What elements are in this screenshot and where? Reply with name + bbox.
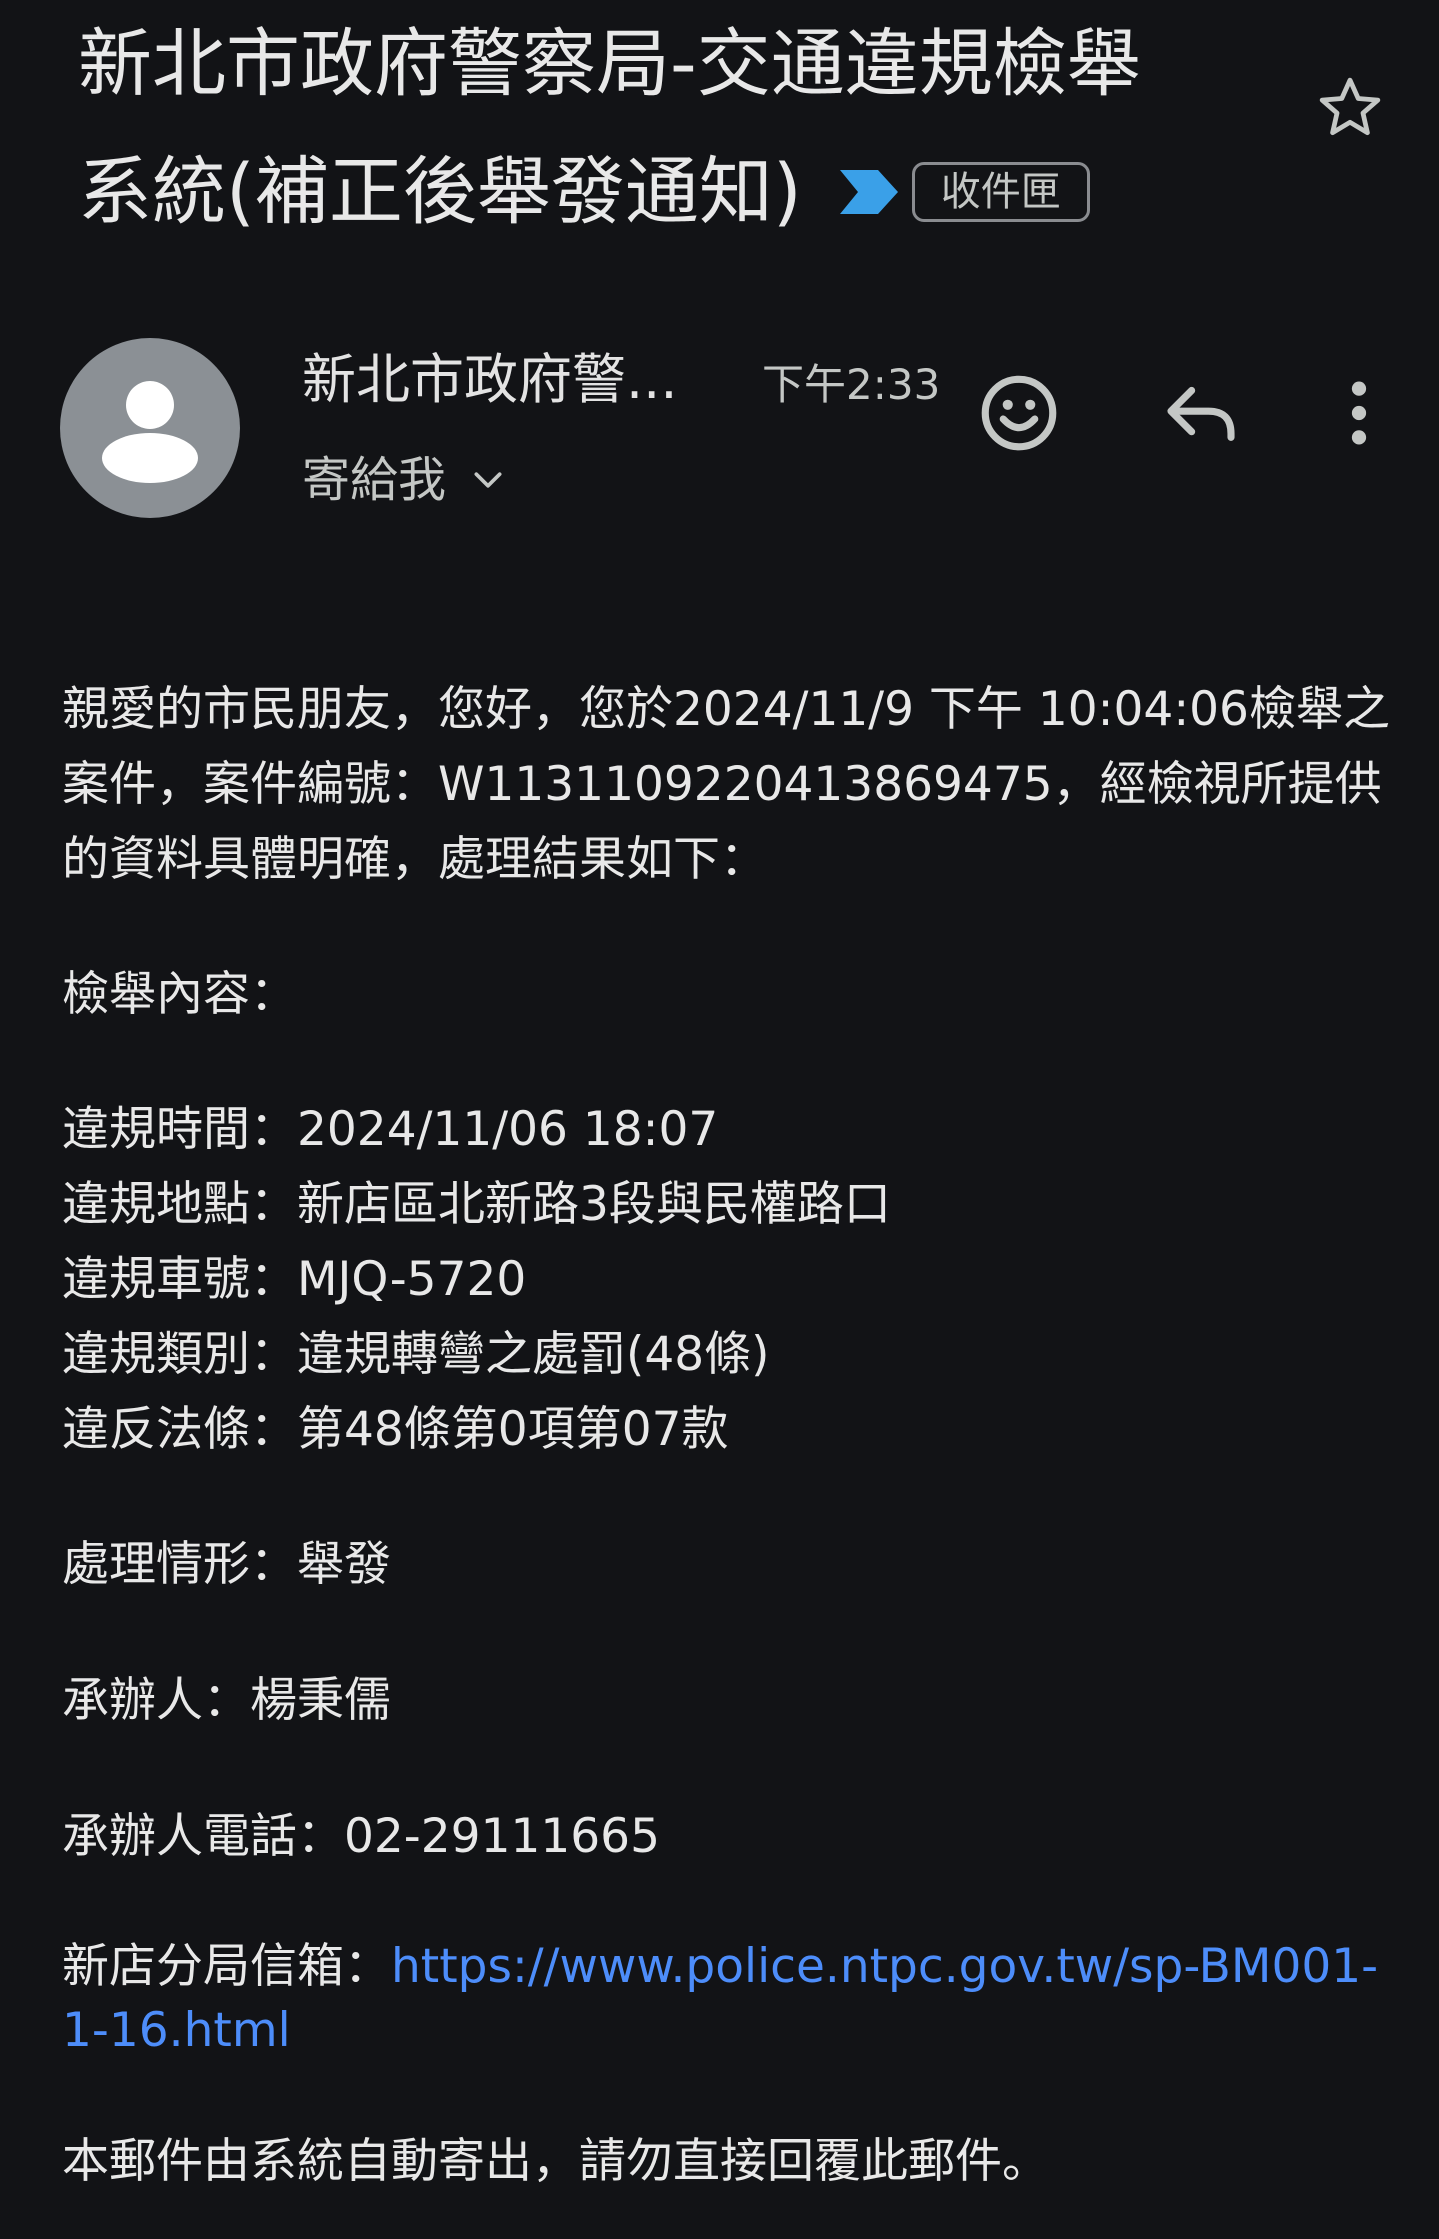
subject-line-1: 新北市政府警察局-交通違規檢舉 bbox=[78, 21, 1141, 107]
violation-place: 違規地點：新店區北新路3段與民權路口 bbox=[62, 1177, 891, 1232]
recipient-details-toggle[interactable]: 寄給我 bbox=[302, 448, 508, 512]
handler-phone: 承辦人電話：02-29111665 bbox=[62, 1809, 660, 1864]
violation-category: 違規類別：違規轉彎之處罰(48條) bbox=[62, 1327, 770, 1382]
footer-note: 本郵件由系統自動寄出，請勿直接回覆此郵件。 bbox=[62, 2134, 1049, 2189]
sender-name[interactable]: 新北市政府警... bbox=[302, 345, 678, 415]
subject-line-2-row: 系統(補正後舉發通知) 收件匣 bbox=[78, 128, 1258, 256]
star-icon[interactable] bbox=[1312, 70, 1388, 146]
email-body: 親愛的市民朋友，您好，您於2024/11/9 下午 10:04:06檢舉之案件，… bbox=[62, 672, 1392, 2199]
inbox-label-chip[interactable]: 收件匣 bbox=[911, 162, 1090, 222]
emoji-reaction-icon[interactable] bbox=[974, 368, 1064, 458]
violation-time: 違規時間：2024/11/06 18:07 bbox=[62, 1102, 719, 1157]
sender-avatar[interactable] bbox=[60, 338, 240, 518]
subject-line-2: 系統(補正後舉發通知) bbox=[78, 149, 802, 235]
recipient-label: 寄給我 bbox=[302, 452, 447, 508]
importance-marker-icon[interactable] bbox=[838, 166, 900, 218]
mailbox-paragraph: 新店分局信箱：https://www.police.ntpc.gov.tw/sp… bbox=[62, 1935, 1392, 2063]
violation-plate: 違規車號：MJQ-5720 bbox=[62, 1252, 527, 1307]
intro-paragraph: 親愛的市民朋友，您好，您於2024/11/9 下午 10:04:06檢舉之案件，… bbox=[62, 682, 1390, 887]
handling-status: 處理情形：舉發 bbox=[62, 1537, 391, 1592]
email-subject: 新北市政府警察局-交通違規檢舉 系統(補正後舉發通知) 收件匣 bbox=[78, 0, 1258, 256]
person-avatar-icon bbox=[102, 381, 198, 483]
reply-icon[interactable] bbox=[1156, 368, 1246, 458]
mailbox-label: 新店分局信箱： bbox=[62, 1939, 391, 1994]
sent-time: 下午2:33 bbox=[762, 360, 941, 409]
content-heading: 檢舉內容： bbox=[62, 967, 297, 1022]
chevron-down-icon bbox=[474, 472, 502, 488]
violation-law: 違反法條：第48條第0項第07款 bbox=[62, 1402, 729, 1457]
more-vertical-icon[interactable] bbox=[1314, 368, 1404, 458]
handler-name: 承辦人：楊秉儒 bbox=[62, 1673, 391, 1728]
